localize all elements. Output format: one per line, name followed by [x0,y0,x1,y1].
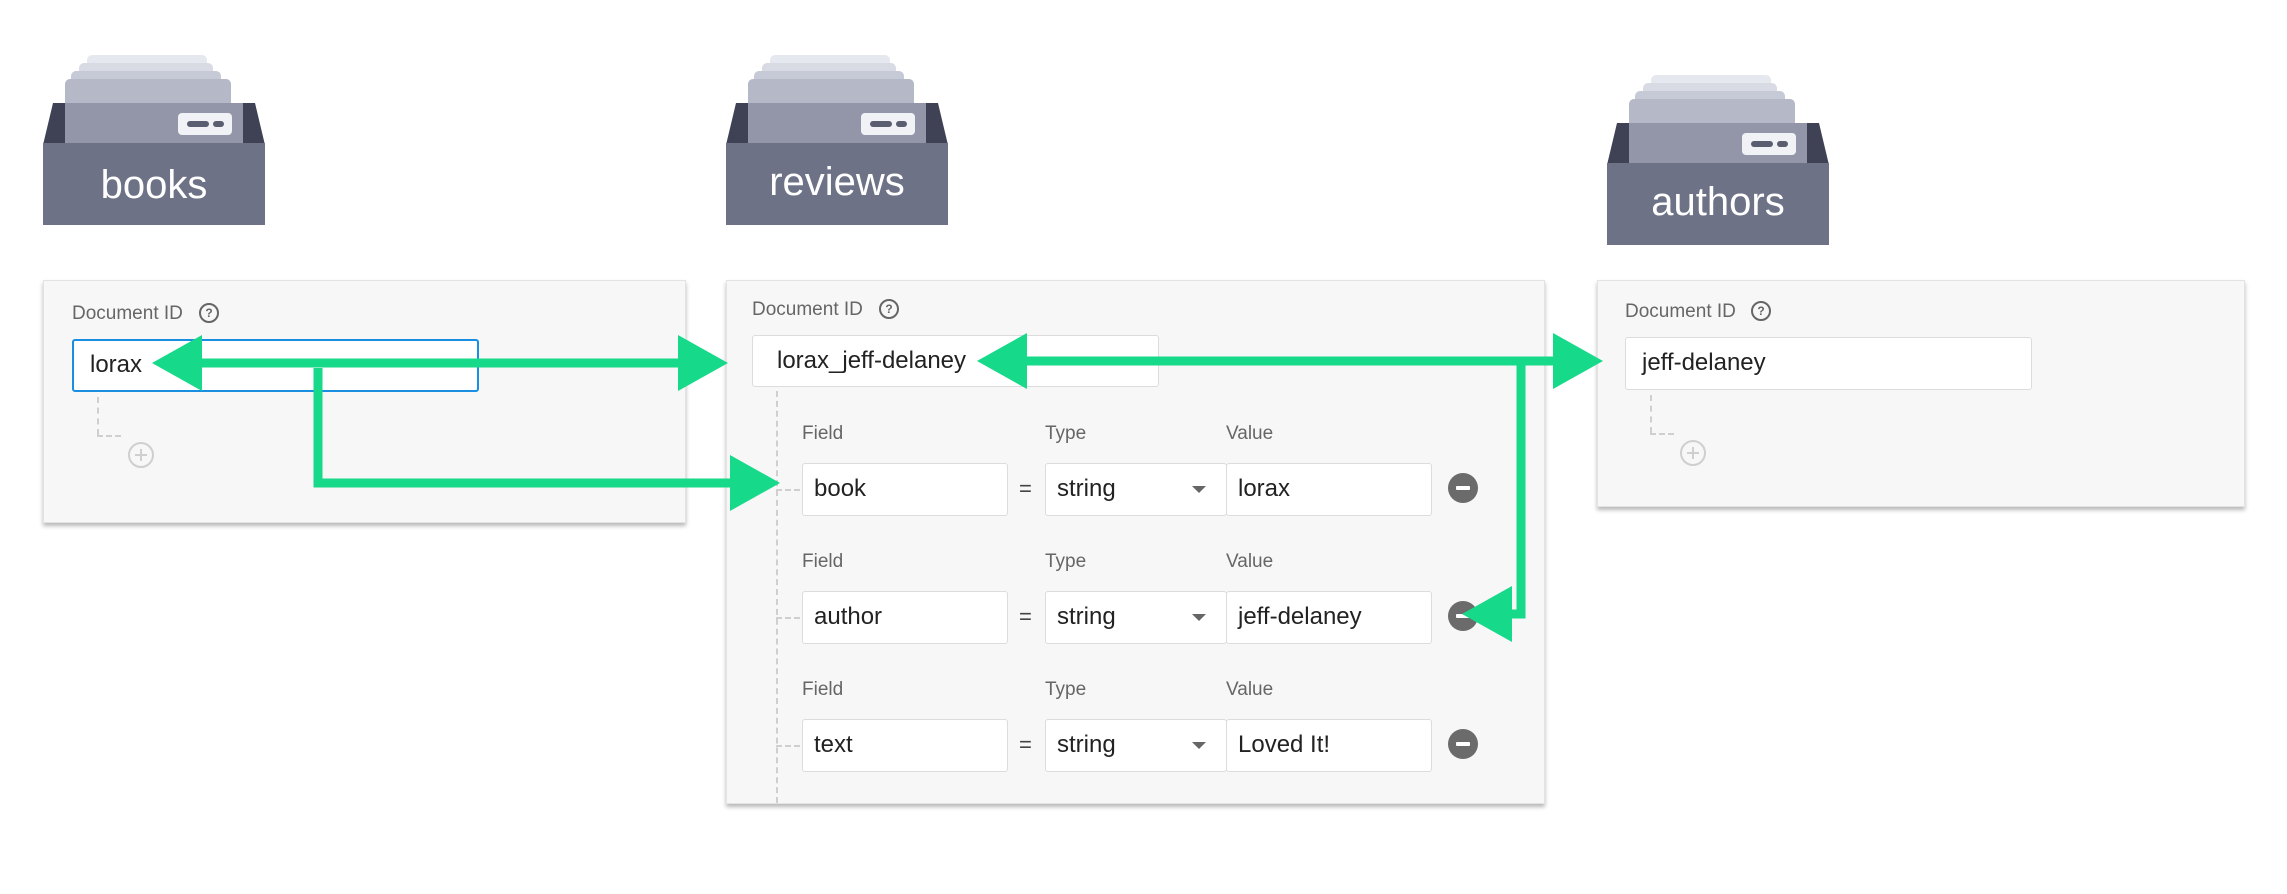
dropdown-caret-icon [1192,614,1206,621]
type-header: Type [1045,423,1087,444]
type-select-value: string [1057,475,1116,502]
help-icon[interactable]: ? [879,299,899,319]
remove-field-icon[interactable] [1448,473,1478,503]
type-header: Type [1045,679,1087,700]
collection-authors: authors [1607,75,1829,250]
dropdown-caret-icon [1192,742,1206,749]
help-icon[interactable]: ? [199,303,219,323]
arrowhead [1553,333,1603,389]
remove-field-icon[interactable] [1448,601,1478,631]
document-id-input[interactable]: lorax [72,339,479,392]
dropdown-caret-icon [1192,486,1206,493]
field-name-input[interactable]: book [802,463,1008,516]
type-select[interactable]: string [1045,719,1227,772]
document-id-input[interactable]: lorax_jeff-delaney [752,335,1159,387]
help-icon[interactable]: ? [1751,301,1771,321]
field-value-input[interactable]: Loved It! [1226,719,1432,772]
equals-sign: = [1019,476,1032,501]
field-value-input[interactable]: lorax [1226,463,1432,516]
add-field-icon[interactable] [128,442,154,468]
type-select-value: string [1057,731,1116,758]
collection-label: authors [1651,180,1785,224]
reviews-document-panel: Document ID ? lorax_jeff-delaney Field T… [726,280,1545,804]
tree-connector [776,391,778,803]
field-name-input[interactable]: author [802,591,1008,644]
tree-connector [97,435,121,437]
type-select[interactable]: string [1045,591,1227,644]
field-header: Field [802,679,844,700]
field-name-input[interactable]: text [802,719,1008,772]
value-header: Value [1226,551,1274,572]
type-select-value: string [1057,603,1116,630]
collection-label: books [100,163,208,207]
document-id-input[interactable]: jeff-delaney [1625,337,2032,390]
equals-sign: = [1019,604,1032,629]
authors-document-panel: Document ID ? jeff-delaney [1597,280,2245,507]
collection-reviews: reviews [726,55,948,230]
type-select[interactable]: string [1045,463,1227,516]
books-document-panel: Document ID ? lorax [43,280,686,523]
document-id-label: Document ID [1625,301,1736,322]
value-header: Value [1226,679,1274,700]
document-id-label: Document ID [752,299,863,320]
tree-connector [1650,433,1674,435]
type-header: Type [1045,551,1087,572]
field-value-input[interactable]: jeff-delaney [1226,591,1432,644]
collection-label: reviews [769,160,905,204]
tree-connector [776,617,800,619]
document-id-label: Document ID [72,303,183,324]
remove-field-icon[interactable] [1448,729,1478,759]
field-header: Field [802,423,844,444]
value-header: Value [1226,423,1274,444]
collection-books: books [43,55,265,230]
tree-connector [97,397,99,435]
tree-connector [776,489,800,491]
tree-connector [1650,395,1652,433]
tree-connector [776,745,800,747]
add-field-icon[interactable] [1680,440,1706,466]
field-header: Field [802,551,844,572]
equals-sign: = [1019,732,1032,757]
